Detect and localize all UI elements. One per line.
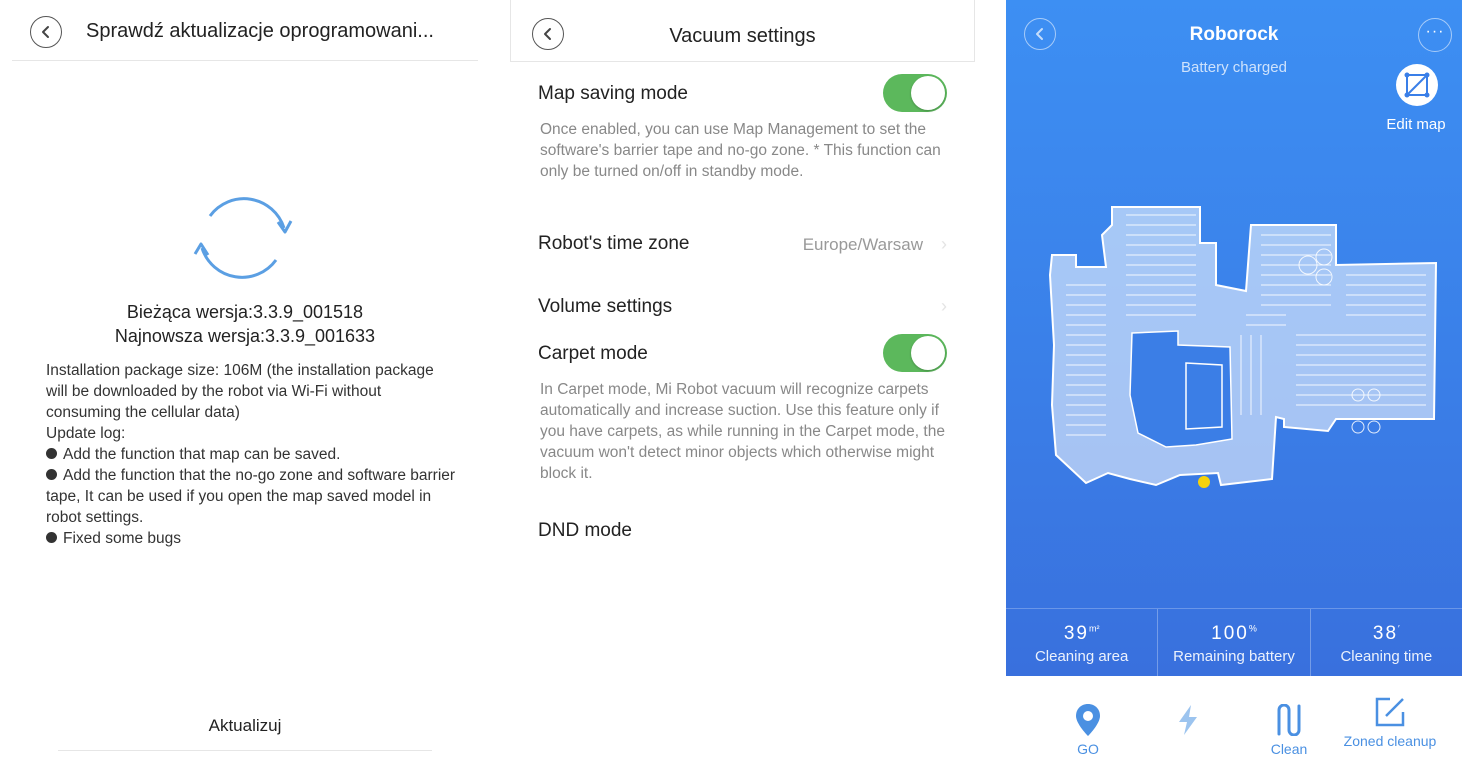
- bullet-icon: [46, 448, 57, 460]
- carpet-mode-description: In Carpet mode, Mi Robot vacuum will rec…: [540, 381, 945, 482]
- location-pin-icon: [1076, 704, 1100, 736]
- robot-status: Battery charged: [1181, 59, 1287, 76]
- update-log-item: Add the function that the no-go zone and…: [46, 467, 456, 526]
- vacuum-settings-screen: Vacuum settings Map saving mode Once ena…: [510, 0, 975, 771]
- cleaning-time-stat: 38′ Cleaning time: [1309, 609, 1462, 677]
- remaining-battery-stat: 100% Remaining battery: [1157, 609, 1309, 677]
- map-saving-description: Once enabled, you can use Map Management…: [540, 121, 941, 180]
- robot-name: Roborock: [1189, 24, 1279, 45]
- carpet-mode-toggle[interactable]: [883, 334, 947, 372]
- current-version: Bieżąca wersja:3.3.9_001518: [126, 302, 364, 322]
- package-info: Installation package size: 106M (the ins…: [46, 362, 434, 421]
- time-zone-value[interactable]: Europe/Warsaw: [803, 235, 923, 255]
- map-saving-toggle[interactable]: [883, 74, 947, 112]
- cleaning-time-label: Cleaning time: [1340, 648, 1433, 665]
- map-saving-label: Map saving mode: [538, 83, 688, 104]
- clean-button[interactable]: Clean: [1239, 676, 1339, 758]
- refresh-icon: [193, 197, 293, 279]
- page-title: Vacuum settings: [669, 25, 816, 47]
- edit-map-icon: [1404, 72, 1430, 98]
- chevron-right-icon: ›: [941, 234, 947, 254]
- edit-map-label[interactable]: Edit map: [1376, 116, 1456, 133]
- update-description: Installation package size: 106M (the ins…: [46, 360, 456, 549]
- update-divider: [58, 750, 432, 751]
- bottom-nav: GO Clean Zoned cleanup: [1006, 676, 1462, 771]
- page-title: Sprawdź aktualizacje oprogramowani...: [86, 20, 434, 42]
- robot-map-screen: Roborock Battery charged ··· Edit map 39…: [1006, 0, 1462, 771]
- latest-version: Najnowsza wersja:3.3.9_001633: [114, 326, 376, 346]
- robot-position-marker: [1198, 476, 1210, 488]
- remaining-battery-label: Remaining battery: [1173, 648, 1295, 665]
- clean-path-icon: [1277, 704, 1301, 736]
- bullet-icon: [46, 469, 57, 481]
- time-zone-label[interactable]: Robot's time zone: [538, 233, 689, 255]
- update-log-title: Update log:: [46, 425, 126, 442]
- carpet-mode-label: Carpet mode: [538, 343, 648, 364]
- chevron-left-icon: [42, 26, 49, 38]
- toggle-knob: [911, 76, 945, 110]
- cleaning-stats: 39m² Cleaning area 100% Remaining batter…: [1006, 608, 1462, 677]
- cleaning-area-stat: 39m² Cleaning area: [1006, 609, 1157, 677]
- lightning-icon: [1179, 705, 1197, 735]
- edit-square-icon: [1375, 697, 1405, 727]
- update-log-item: Fixed some bugs: [46, 528, 456, 549]
- back-button[interactable]: [30, 16, 62, 48]
- header-divider: [12, 60, 478, 61]
- map-area: Roborock Battery charged ··· Edit map 39…: [1006, 0, 1462, 677]
- dnd-mode-label[interactable]: DND mode: [538, 520, 632, 542]
- cleaning-area-label: Cleaning area: [1034, 648, 1129, 665]
- firmware-update-screen: Sprawdź aktualizacje oprogramowani... Bi…: [0, 0, 490, 771]
- go-button[interactable]: GO: [1038, 676, 1138, 758]
- edit-map-button[interactable]: [1396, 64, 1438, 106]
- cleaning-map: [1048, 206, 1438, 488]
- update-log-item: Add the function that map can be saved.: [46, 444, 456, 465]
- toggle-knob: [911, 336, 945, 370]
- charge-button[interactable]: [1138, 676, 1238, 740]
- zoned-cleanup-button[interactable]: Zoned cleanup: [1340, 668, 1440, 750]
- chevron-right-icon: ›: [941, 296, 947, 316]
- update-button[interactable]: Aktualizuj: [0, 716, 490, 736]
- volume-settings-label[interactable]: Volume settings: [538, 296, 672, 318]
- bullet-icon: [46, 532, 57, 544]
- more-options-button[interactable]: ···: [1418, 18, 1452, 52]
